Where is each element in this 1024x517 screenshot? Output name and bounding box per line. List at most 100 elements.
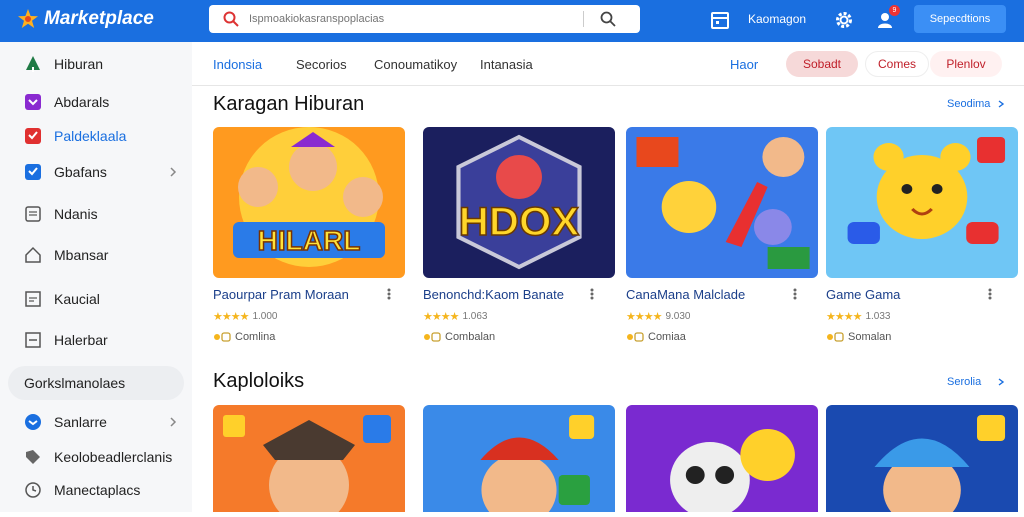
- app-card[interactable]: [626, 405, 818, 517]
- tab-conoumatikoy[interactable]: Conoumatikoy: [374, 57, 457, 72]
- search-divider: [583, 11, 584, 27]
- app-card[interactable]: Game Gama ★★★★ 1.033 Somalan: [826, 127, 1018, 349]
- app-rating: ★★★★ 1.063: [423, 310, 487, 323]
- sidebar-item-label: Kaucial: [54, 291, 100, 307]
- rating-value: 1.063: [462, 311, 488, 322]
- tab-indonsia[interactable]: Indonsia: [213, 57, 262, 72]
- category-icon: [214, 332, 231, 342]
- sidebar-item-mbansar[interactable]: Mbansar: [0, 238, 192, 272]
- app-name[interactable]: Paourpar Pram Moraan: [213, 287, 349, 302]
- rating-value: 1.000: [252, 311, 278, 322]
- sidebar-item-manectaplacs[interactable]: Manectaplacs: [0, 473, 192, 507]
- filter-pill-plenlov[interactable]: Plenlov: [930, 51, 1002, 77]
- check-square-icon: [25, 164, 41, 180]
- filter-pill-comes[interactable]: Comes: [865, 51, 929, 77]
- app-title: Marketplace: [44, 8, 154, 29]
- home-icon: [25, 246, 41, 263]
- category-label: Combalan: [445, 331, 496, 343]
- sidebar-item-abdarals[interactable]: Abdarals: [0, 85, 192, 119]
- rating-value: 1.033: [865, 311, 891, 322]
- sidebar-item-gbafans[interactable]: Gbafans: [0, 155, 192, 189]
- category-label: Comlina: [235, 331, 276, 343]
- gear-icon[interactable]: [834, 10, 854, 30]
- app-thumbnail: [626, 405, 818, 517]
- app-name[interactable]: CanaMana Malclade: [626, 287, 745, 302]
- star-rating-icon: ★★★★: [213, 311, 249, 323]
- more-options-icon[interactable]: [791, 287, 799, 301]
- app-thumbnail: HILARL: [213, 127, 405, 278]
- app-category: Combalan: [423, 331, 495, 343]
- more-options-icon[interactable]: [986, 287, 994, 301]
- tree-icon: [26, 56, 40, 72]
- star-rating-icon: ★★★★: [423, 311, 459, 323]
- calendar-icon[interactable]: [710, 10, 730, 30]
- notification-badge: 9: [889, 5, 900, 16]
- app-card[interactable]: [213, 405, 405, 517]
- app-logo[interactable]: Marketplace: [16, 7, 154, 31]
- thumbnail-label: HDOX: [459, 199, 580, 244]
- app-card[interactable]: HDOX Benonchd:Kaom Banate ★★★★ 1.063 Comb…: [423, 127, 615, 349]
- app-thumbnail: [826, 127, 1018, 278]
- search-submit-icon[interactable]: [600, 11, 616, 27]
- sidebar-item-halerbar[interactable]: Halerbar: [0, 323, 192, 357]
- chevron-right-icon: [170, 417, 177, 427]
- search-bar[interactable]: [209, 5, 640, 33]
- sidebar-item-label: Paldeklaala: [54, 128, 127, 144]
- rating-value: 9.030: [665, 311, 691, 322]
- sidebar-item-label: Halerbar: [54, 332, 108, 348]
- app-thumbnail: [826, 405, 1018, 517]
- sidebar-section-label: Gorkslmanolaes: [24, 375, 126, 391]
- more-options-icon[interactable]: [385, 287, 393, 301]
- sidebar-item-kaucial[interactable]: Kaucial: [0, 282, 192, 316]
- chevron-right-icon[interactable]: [997, 100, 1005, 108]
- category-icon: [827, 332, 844, 342]
- sidebar-item-label: Hiburan: [54, 56, 104, 72]
- category-label: Somalan: [848, 331, 892, 343]
- app-category: Comiaa: [626, 331, 686, 343]
- app-rating: ★★★★ 1.033: [826, 310, 890, 323]
- star-rating-icon: ★★★★: [826, 311, 862, 323]
- chevron-square-icon: [25, 94, 41, 110]
- sidebar-item-keolobeadlerclanis[interactable]: Keolobeadlerclanis: [0, 440, 192, 474]
- document-icon: [25, 206, 41, 222]
- sidebar-item-ndanis[interactable]: Ndanis: [0, 197, 192, 231]
- section-see-all-link[interactable]: Serolia: [947, 376, 981, 388]
- sidebar-item-label: Ndanis: [54, 206, 98, 222]
- app-card[interactable]: [826, 405, 1018, 517]
- sidebar-item-label: Keolobeadlerclanis: [54, 449, 173, 465]
- tab-intanasia[interactable]: Intanasia: [480, 57, 533, 72]
- more-options-icon[interactable]: [588, 287, 596, 301]
- app-name[interactable]: Benonchd:Kaom Banate: [423, 287, 564, 302]
- chevron-right-icon[interactable]: [997, 378, 1005, 386]
- selections-button[interactable]: Sepecdtions: [914, 5, 1006, 33]
- app-card[interactable]: HILARL Paourpar Pram Moraan ★★★★ 1.000 Co…: [213, 127, 405, 349]
- app-name[interactable]: Game Gama: [826, 287, 900, 302]
- category-icon: [424, 332, 441, 342]
- sidebar-item-label: Gbafans: [54, 164, 107, 180]
- sidebar-section-header[interactable]: Gorkslmanolaes: [8, 366, 184, 400]
- sidebar-item-sanlarre[interactable]: Sanlarre: [0, 405, 192, 439]
- tab-secorios[interactable]: Secorios: [296, 57, 347, 72]
- toolbar-item-label[interactable]: Kaomagon: [748, 12, 806, 26]
- sidebar-item-hiburan[interactable]: Hiburan: [0, 47, 192, 81]
- section-see-all-link[interactable]: Seodima: [947, 98, 990, 110]
- clock-icon: [25, 482, 41, 498]
- app-category: Somalan: [826, 331, 891, 343]
- app-card[interactable]: [423, 405, 615, 517]
- search-icon: [223, 11, 239, 27]
- list-icon: [25, 291, 41, 307]
- app-card[interactable]: CanaMana Malclade ★★★★ 9.030 Comiaa: [626, 127, 818, 349]
- tab-haor[interactable]: Haor: [730, 57, 758, 72]
- category-icon: [627, 332, 644, 342]
- check-square-icon: [25, 128, 41, 144]
- search-input[interactable]: [249, 13, 569, 25]
- app-rating: ★★★★ 1.000: [213, 310, 277, 323]
- app-thumbnail: [213, 405, 405, 517]
- category-label: Comiaa: [648, 331, 686, 343]
- sidebar-item-paldeklaala[interactable]: Paldeklaala: [0, 119, 192, 153]
- thumbnail-label: HILARL: [258, 225, 361, 256]
- app-thumbnail: HDOX: [423, 127, 615, 278]
- filter-pill-sobadt[interactable]: Sobadt: [786, 51, 858, 77]
- star-rating-icon: ★★★★: [626, 311, 662, 323]
- sidebar-item-label: Sanlarre: [54, 414, 107, 430]
